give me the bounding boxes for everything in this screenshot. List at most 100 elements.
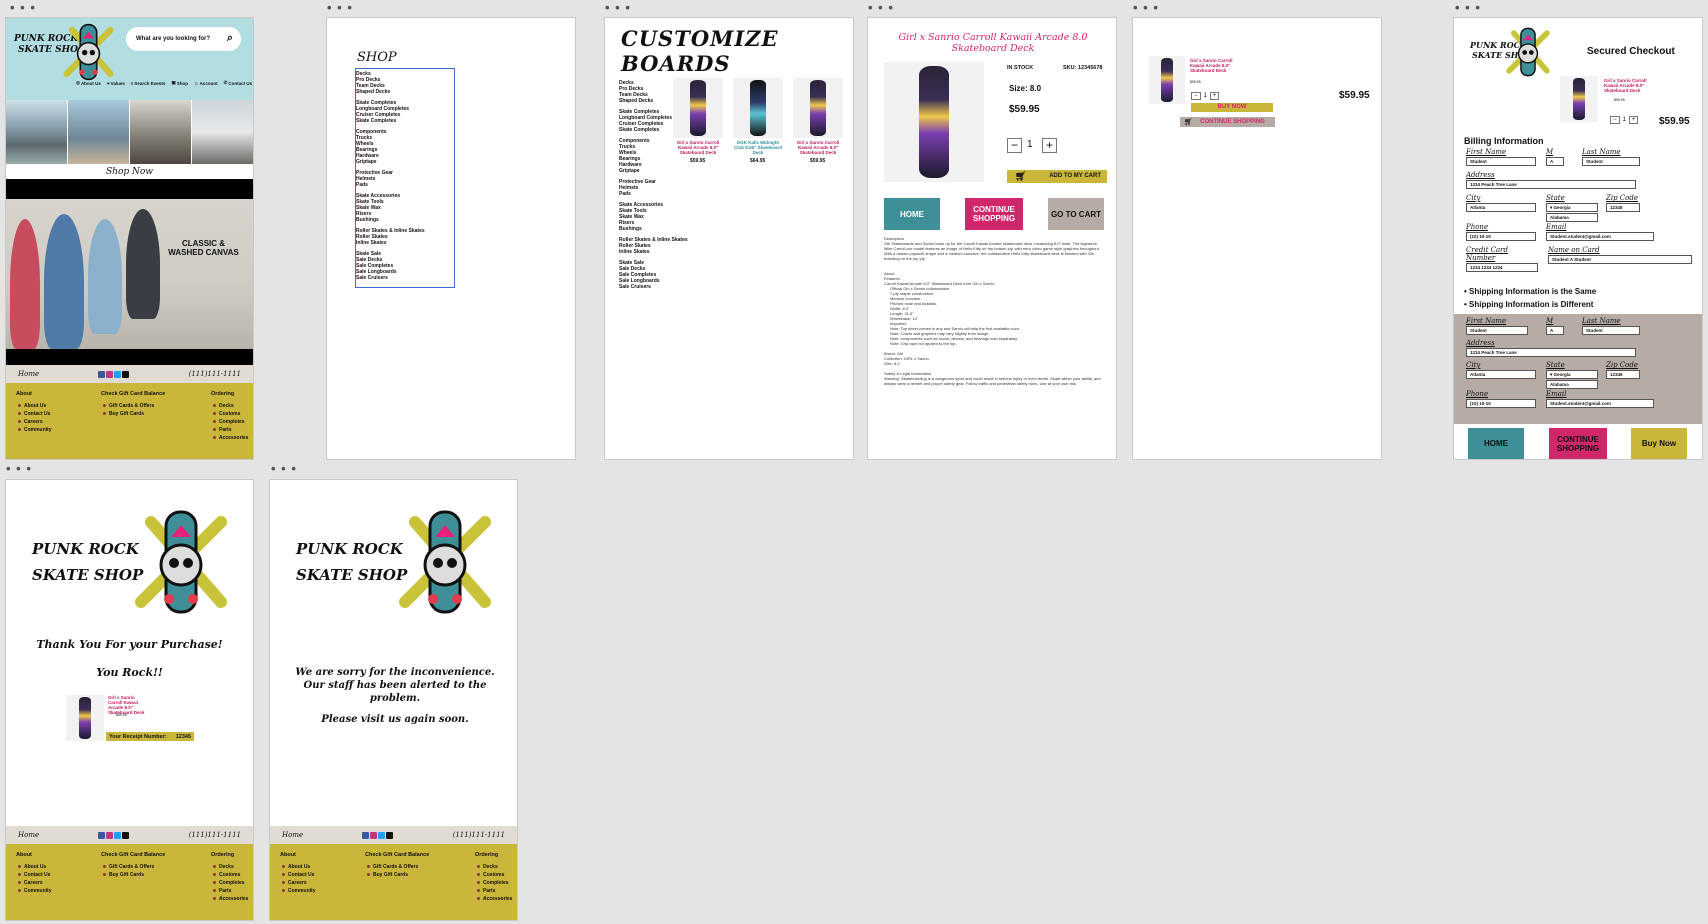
footer-link[interactable]: Completes	[476, 880, 512, 886]
footer-link[interactable]: Buy Gift Cards	[102, 411, 165, 417]
footer-link[interactable]: Parts	[212, 888, 248, 894]
logo-text[interactable]: PUNK ROCK SKATE SHOP	[32, 536, 143, 588]
category-link[interactable]: Griptape	[356, 159, 425, 165]
footer-link[interactable]: Accessories	[212, 896, 248, 902]
search-icon[interactable]: ⌕	[227, 32, 233, 45]
name-on-card[interactable]: Name on Card Student A Student	[1548, 246, 1692, 264]
footer-link[interactable]: Gift Cards & Offers	[102, 864, 165, 870]
billing-zip[interactable]: Zip Code 12345	[1606, 194, 1640, 212]
footer-link[interactable]: Decks	[476, 864, 512, 870]
footer-link[interactable]: Decks	[212, 864, 248, 870]
instagram-icon[interactable]	[370, 831, 378, 839]
billing-address[interactable]: Address 1234 Peach Tree Lane	[1466, 171, 1636, 189]
billing-mi[interactable]: MA	[1546, 148, 1564, 166]
footer-link[interactable]: Accessories	[476, 896, 512, 902]
go-to-cart-button[interactable]: GO TO CART	[1048, 198, 1104, 230]
product-card[interactable]: Girl x Sanrio Carroll Kawaii Arcade 8.0"…	[673, 78, 723, 168]
frame-menu-icon[interactable]: • • •	[1455, 1, 1481, 14]
category-link[interactable]: Inline Skates	[619, 249, 688, 255]
footer-link[interactable]: Customs	[476, 872, 512, 878]
footer-link[interactable]: Customs	[212, 411, 248, 417]
qty-plus-button[interactable]: +	[1628, 116, 1639, 124]
ship-first-name[interactable]: First Name Student	[1466, 317, 1528, 335]
footer-link[interactable]: Contact Us	[282, 872, 316, 878]
footer-link[interactable]: Careers	[282, 880, 316, 886]
nav-contact[interactable]: ✆ Contact Us	[224, 80, 253, 86]
frame-menu-icon[interactable]: • • •	[1133, 1, 1159, 14]
footer-link[interactable]: Buy Gift Cards	[366, 872, 429, 878]
footer-link[interactable]: About Us	[282, 864, 316, 870]
qty-minus-button[interactable]: −	[1610, 116, 1620, 124]
nav-shop[interactable]: ▣ Shop	[171, 80, 188, 86]
ship-diff-option[interactable]: • Shipping Information is Different	[1464, 300, 1593, 309]
ship-email[interactable]: Email Student.student@gmail.com	[1546, 390, 1654, 408]
category-link[interactable]: Sale Cruisers	[619, 284, 688, 290]
product-name[interactable]: Girl x Sanrio Carroll Kawaii Arcade 8.0"…	[673, 140, 723, 155]
skull-logo-icon[interactable]	[1504, 26, 1552, 78]
category-link[interactable]: Skate Completes	[356, 118, 425, 124]
ship-mi[interactable]: MA	[1546, 317, 1564, 335]
facebook-icon[interactable]	[98, 370, 106, 378]
footer-link[interactable]: Customs	[212, 872, 248, 878]
skull-logo-icon[interactable]	[395, 502, 495, 622]
qty-minus-button[interactable]: −	[1191, 92, 1201, 100]
qty-value[interactable]: 1	[1623, 117, 1626, 123]
frame-menu-icon[interactable]: • • •	[6, 462, 32, 475]
facebook-icon[interactable]	[98, 831, 106, 839]
footer-link[interactable]: About Us	[18, 403, 52, 409]
category-link[interactable]: Bushings	[356, 217, 425, 223]
frame-menu-icon[interactable]: • • •	[868, 1, 894, 14]
skull-logo-icon[interactable]	[131, 502, 231, 622]
footer-link[interactable]: Careers	[18, 419, 52, 425]
twitter-icon[interactable]	[378, 831, 386, 839]
buy-now-button[interactable]: Buy Now	[1631, 428, 1687, 459]
product-name[interactable]: DGK Kalis Midnight Club 8.06" Skateboard…	[733, 140, 783, 155]
footer-link[interactable]: Careers	[18, 880, 52, 886]
footer-link[interactable]: Parts	[476, 888, 512, 894]
footer-link[interactable]: Completes	[212, 419, 248, 425]
qty-value[interactable]: 1	[1027, 139, 1033, 150]
product-image[interactable]	[733, 78, 783, 138]
product-name[interactable]: Girl x Sanrio Carroll Kawaii Arcade 8.0"…	[793, 140, 843, 155]
skull-logo-icon[interactable]	[61, 22, 116, 82]
frame-menu-icon[interactable]: • • •	[271, 462, 297, 475]
billing-email[interactable]: Email Student.student@gmail.com	[1546, 223, 1654, 241]
billing-city[interactable]: City Atlanta	[1466, 194, 1536, 212]
home-button[interactable]: HOME	[884, 198, 940, 230]
ship-phone[interactable]: Phone (10) 10-10	[1466, 390, 1536, 408]
credit-card-number[interactable]: Credit Card Number 1234 1234 1234	[1466, 246, 1538, 272]
ship-city[interactable]: City Atlanta	[1466, 361, 1536, 379]
tiktok-icon[interactable]	[122, 831, 130, 839]
home-button[interactable]: HOME	[1468, 428, 1524, 459]
qty-minus-button[interactable]: −	[1007, 138, 1022, 153]
category-link[interactable]: Sale Cruisers	[356, 275, 425, 281]
product-image[interactable]	[793, 78, 843, 138]
hero-banner[interactable]: CLASSIC & WASHED CANVAS	[6, 179, 253, 365]
category-link[interactable]: Pads	[619, 191, 688, 197]
instagram-icon[interactable]	[106, 831, 114, 839]
category-link[interactable]: Griptape	[619, 168, 688, 174]
frame-menu-icon[interactable]: • • •	[10, 1, 36, 14]
qty-plus-button[interactable]: +	[1209, 92, 1220, 100]
billing-first-name[interactable]: First Name Student	[1466, 148, 1536, 166]
home-link[interactable]: Home	[18, 831, 39, 839]
cart-item-name[interactable]: Girl x Sanrio Carroll Kawaii Arcade 8.0"…	[1190, 58, 1235, 73]
home-link[interactable]: Home	[18, 370, 39, 378]
ship-zip[interactable]: Zip Code 12345	[1606, 361, 1640, 379]
add-to-cart-button[interactable]: 🛒︎ ADD TO MY CART	[1007, 170, 1107, 183]
instagram-icon[interactable]	[106, 370, 114, 378]
billing-state[interactable]: State ▾ Georgia Alabama	[1546, 194, 1598, 222]
frame-menu-icon[interactable]: • • •	[605, 1, 631, 14]
tiktok-icon[interactable]	[386, 831, 394, 839]
frame-menu-icon[interactable]: • • •	[327, 1, 353, 14]
category-link[interactable]: Bushings	[619, 226, 688, 232]
twitter-icon[interactable]	[114, 370, 122, 378]
product-card[interactable]: Girl x Sanrio Carroll Kawaii Arcade 8.0"…	[793, 78, 843, 168]
footer-link[interactable]: About Us	[18, 864, 52, 870]
search-input[interactable]: What are you looking for? ⌕	[126, 27, 241, 51]
billing-last-name[interactable]: Last Name Student	[1582, 148, 1640, 166]
footer-link[interactable]: Buy Gift Cards	[102, 872, 165, 878]
ship-last-name[interactable]: Last Name Student	[1582, 317, 1640, 335]
nav-values[interactable]: ♥ Values	[107, 80, 125, 86]
tiktok-icon[interactable]	[122, 370, 130, 378]
